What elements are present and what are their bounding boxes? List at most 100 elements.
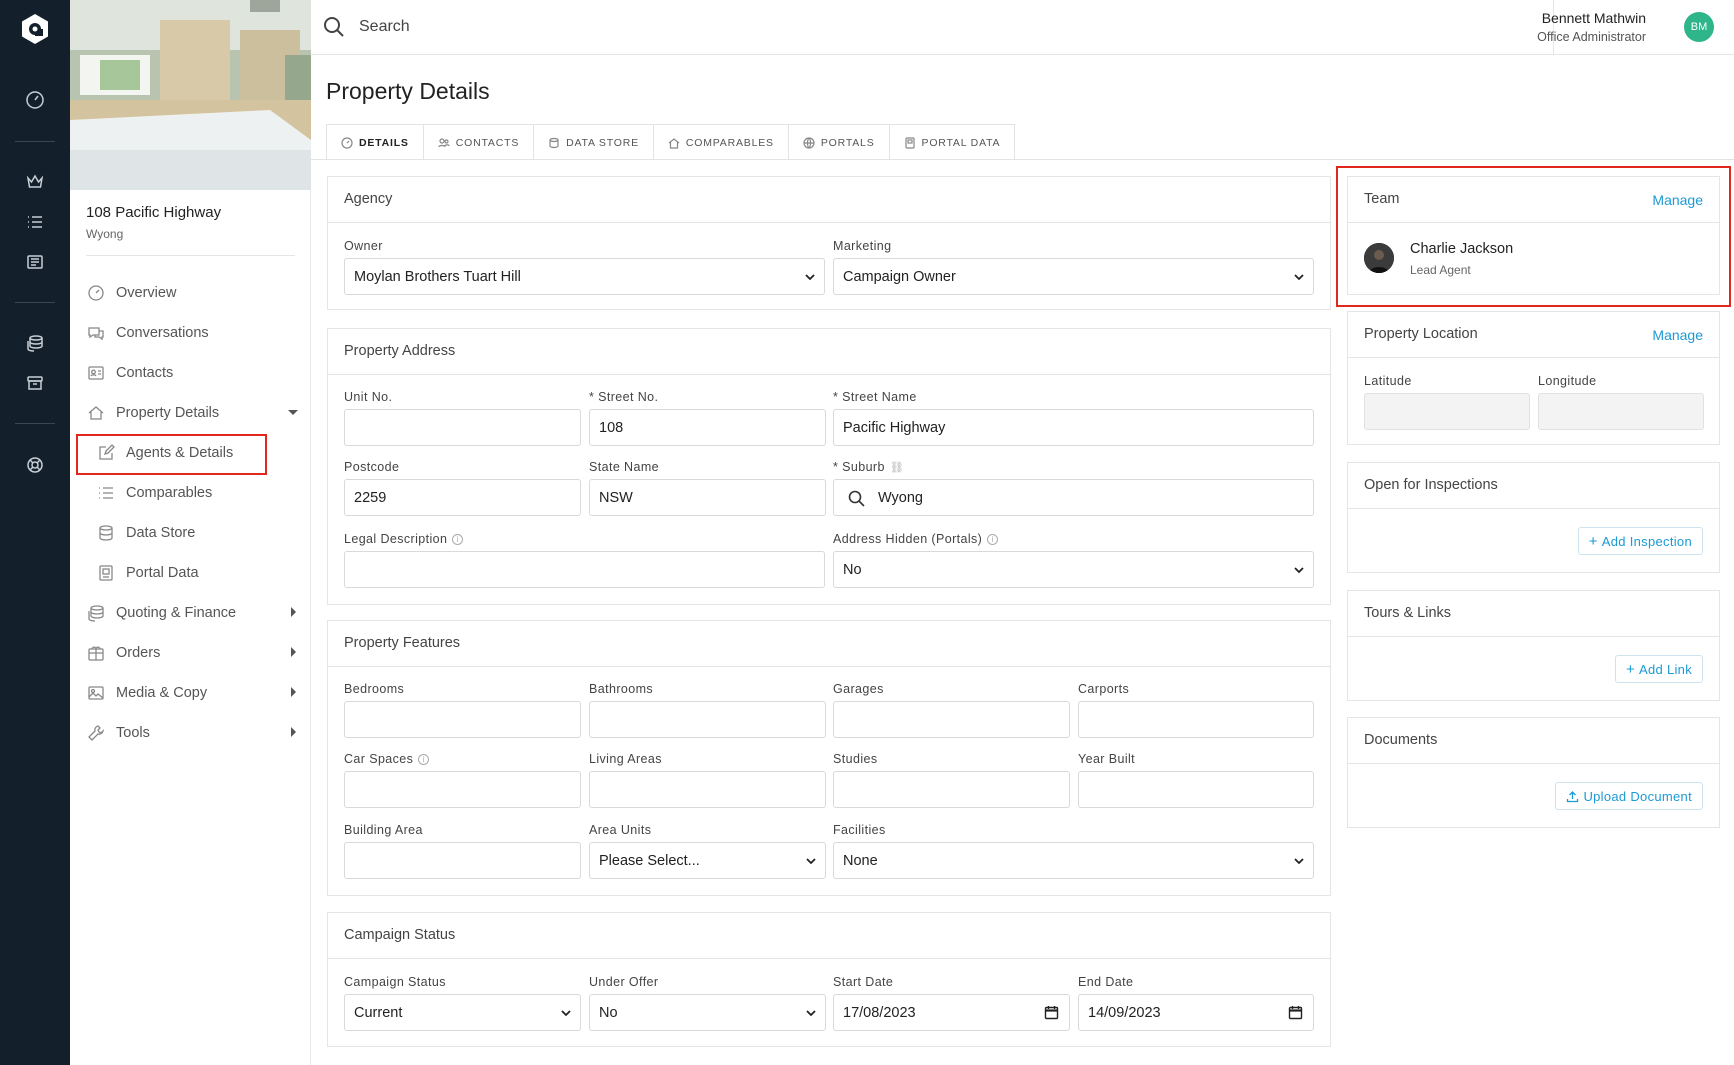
carports-field[interactable] [1078, 701, 1314, 738]
sidebar-item-quoting-finance[interactable]: Quoting & Finance [86, 595, 300, 631]
start-date-field[interactable]: 17/08/2023 [833, 994, 1070, 1031]
upload-document-button[interactable]: Upload Document [1555, 782, 1703, 810]
chevron-down-icon [1293, 564, 1305, 576]
car-spaces-field[interactable] [344, 771, 581, 808]
location-manage-link[interactable]: Manage [1652, 327, 1703, 343]
campaign-status-select[interactable]: Current [344, 994, 581, 1031]
tab-portals[interactable]: PORTALS [788, 125, 890, 160]
campaign-status-value: Current [354, 1004, 403, 1021]
sidebar-divider [86, 255, 295, 256]
bedrooms-field[interactable] [344, 701, 581, 738]
add-inspection-label: Add Inspection [1601, 533, 1692, 549]
sidebar-item-label: Contacts [116, 365, 174, 381]
caret-right-icon [286, 645, 300, 659]
marketing-value: Campaign Owner [843, 268, 956, 285]
box-icon [86, 643, 106, 663]
app-logo[interactable] [18, 12, 52, 46]
longitude-label: Longitude [1538, 374, 1597, 388]
panel-title: Agency [328, 177, 1330, 223]
user-name[interactable]: Bennett Mathwin [1542, 10, 1646, 26]
calendar-icon[interactable] [1288, 1005, 1303, 1020]
living-areas-label: Living Areas [589, 752, 662, 766]
under-offer-value: No [599, 1004, 618, 1021]
street-no-field[interactable]: 108 [589, 409, 826, 446]
support-icon[interactable] [22, 452, 48, 478]
sidebar-item-tools[interactable]: Tools [86, 715, 300, 751]
database-icon [548, 137, 560, 149]
area-units-value: Please Select... [599, 852, 700, 869]
tab-label: CONTACTS [455, 136, 520, 149]
car-spaces-label: Car Spaces [344, 752, 414, 766]
tab-details[interactable]: DETAILS [327, 125, 424, 160]
sidebar-item-label: Conversations [116, 325, 209, 341]
address-hidden-value: No [843, 561, 862, 578]
building-area-field[interactable] [344, 842, 581, 879]
garages-field[interactable] [833, 701, 1070, 738]
sidebar-item-label: Portal Data [126, 565, 199, 581]
bedrooms-label: Bedrooms [344, 682, 405, 696]
tab-contacts[interactable]: CONTACTS [423, 125, 535, 160]
suburb-label-wrap: * Suburb ⛓ [833, 460, 904, 474]
state-field[interactable]: NSW [589, 479, 826, 516]
newspaper-icon[interactable] [22, 249, 48, 275]
search-input[interactable] [359, 12, 959, 42]
sidebar-item-data-store[interactable]: Data Store [96, 515, 300, 551]
calendar-icon[interactable] [1044, 1005, 1059, 1020]
unit-field[interactable] [344, 409, 581, 446]
sidebar-item-orders[interactable]: Orders [86, 635, 300, 671]
add-inspection-button[interactable]: + Add Inspection [1577, 527, 1703, 555]
studies-field[interactable] [833, 771, 1070, 808]
archive-icon[interactable] [22, 370, 48, 396]
sidebar-item-media-copy[interactable]: Media & Copy [86, 675, 300, 711]
year-built-field[interactable] [1078, 771, 1314, 808]
address-hidden-select[interactable]: No [833, 551, 1314, 588]
sidebar-item-portal-data[interactable]: Portal Data [96, 555, 300, 591]
bathrooms-field[interactable] [589, 701, 826, 738]
panel-title: Campaign Status [328, 913, 1330, 959]
chevron-down-icon [805, 855, 817, 867]
owner-value: Moylan Brothers Tuart Hill [354, 268, 521, 285]
postcode-label: Postcode [344, 460, 400, 474]
info-icon: i [452, 534, 464, 545]
marketing-select[interactable]: Campaign Owner [833, 258, 1314, 295]
dashboard-icon[interactable] [22, 87, 48, 113]
living-areas-field[interactable] [589, 771, 826, 808]
legal-description-field[interactable] [344, 551, 825, 588]
sidebar-item-comparables[interactable]: Comparables [96, 475, 300, 511]
sidebar-item-contacts[interactable]: Contacts [86, 355, 300, 391]
suburb-value: Wyong [878, 489, 924, 506]
home-icon [86, 403, 106, 423]
owner-select[interactable]: Moylan Brothers Tuart Hill [344, 258, 825, 295]
sidebar-item-conversations[interactable]: Conversations [86, 315, 300, 351]
property-features-panel: Property Features Bedrooms Bathrooms Gar… [327, 620, 1331, 896]
latitude-label: Latitude [1364, 374, 1412, 388]
add-link-button[interactable]: + Add Link [1614, 655, 1703, 683]
longitude-field [1538, 393, 1704, 430]
panel-title: Open for Inspections [1348, 463, 1719, 509]
sidebar-item-property-details[interactable]: Property Details [86, 395, 300, 431]
property-sidebar: 108 Pacific Highway Wyong Overview Conve… [70, 0, 311, 1065]
list-icon[interactable] [22, 209, 48, 235]
tab-portal-data[interactable]: PORTAL DATA [889, 125, 1015, 160]
facilities-select[interactable]: None [833, 842, 1314, 879]
bathrooms-label: Bathrooms [589, 682, 654, 696]
end-date-field[interactable]: 14/09/2023 [1078, 994, 1314, 1031]
tab-comparables[interactable]: COMPARABLES [653, 125, 789, 160]
sidebar-item-label: Tools [116, 725, 150, 741]
tab-data-store[interactable]: DATA STORE [534, 125, 654, 160]
state-label: State Name [589, 460, 660, 474]
under-offer-select[interactable]: No [589, 994, 826, 1031]
postcode-field[interactable]: 2259 [344, 479, 581, 516]
coins-icon[interactable] [22, 330, 48, 356]
area-units-select[interactable]: Please Select... [589, 842, 826, 879]
street-name-field[interactable]: Pacific Highway [833, 409, 1314, 446]
avatar[interactable]: BM [1684, 12, 1714, 42]
caret-right-icon [286, 725, 300, 739]
crown-icon[interactable] [22, 169, 48, 195]
street-no-label: * Street No. [589, 390, 659, 404]
chevron-down-icon [804, 271, 816, 283]
suburb-search-field[interactable]: Wyong [833, 479, 1314, 516]
end-date-label: End Date [1078, 975, 1134, 989]
chevron-down-icon [1293, 855, 1305, 867]
sidebar-item-overview[interactable]: Overview [86, 275, 300, 311]
